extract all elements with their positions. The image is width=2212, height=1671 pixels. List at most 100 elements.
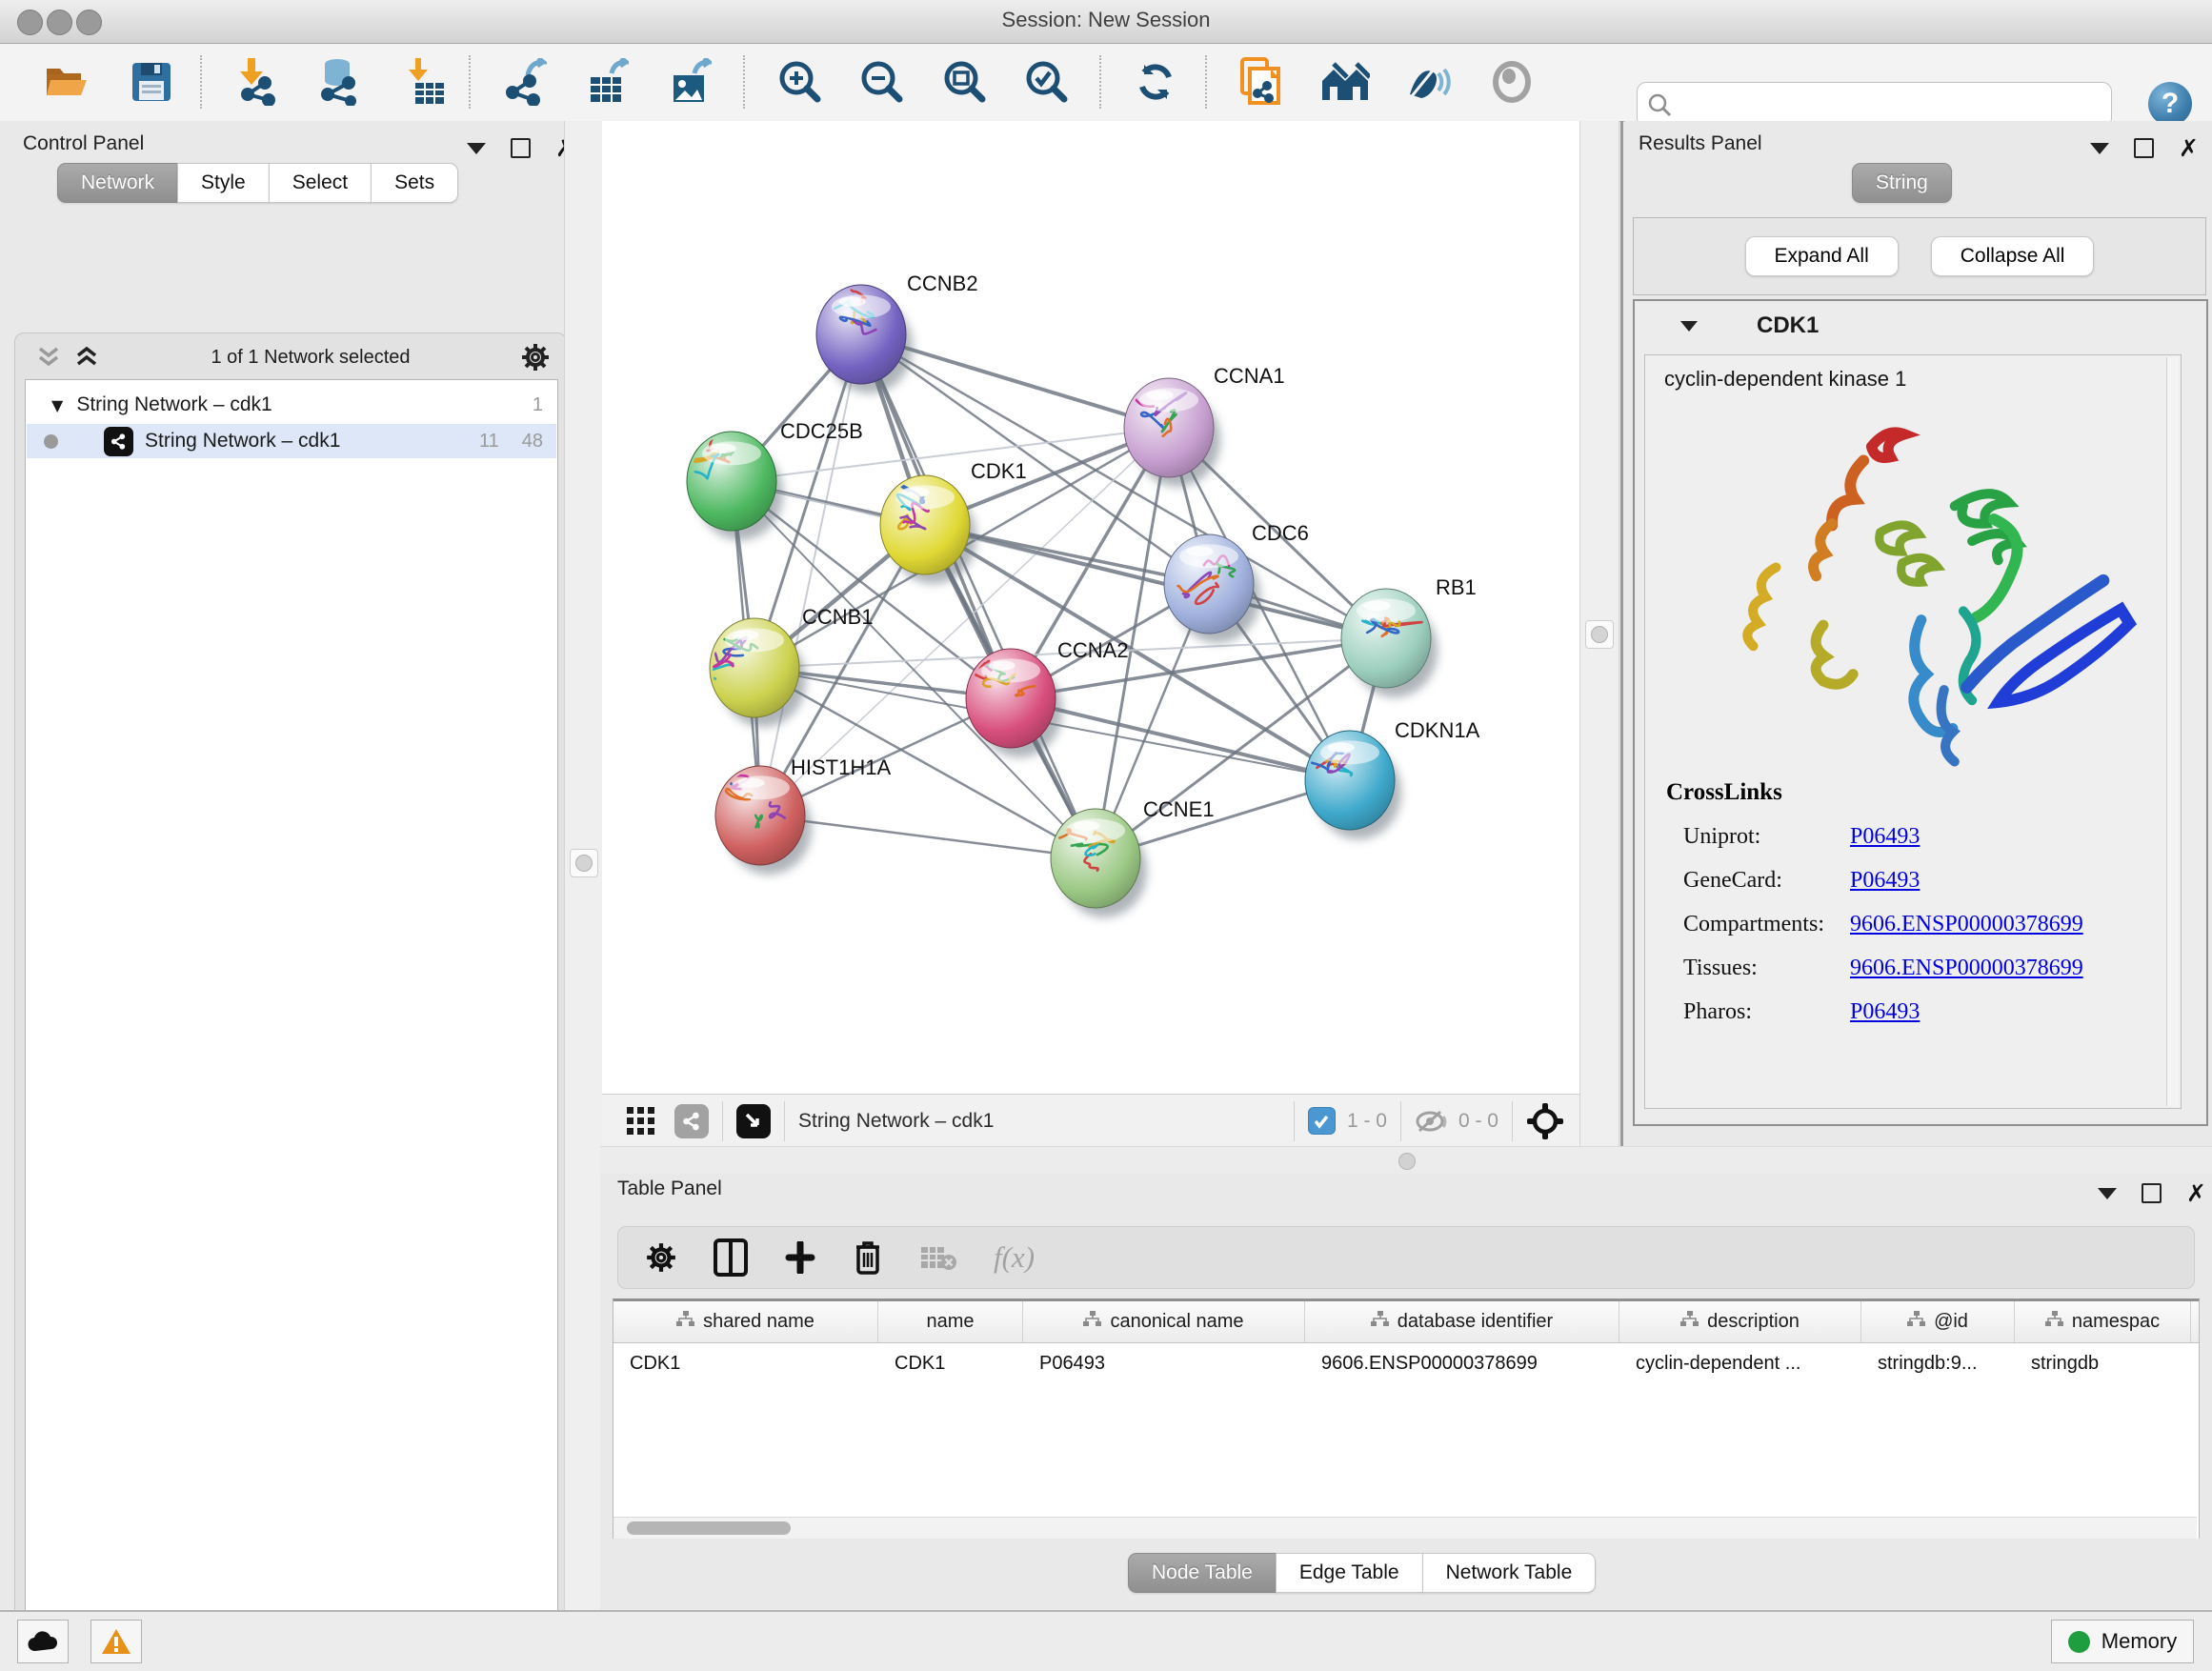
network-label: String Network – cdk1 xyxy=(145,430,340,453)
column-header-label: canonical name xyxy=(1110,1311,1243,1333)
show-columns-icon[interactable] xyxy=(714,1238,748,1277)
network-collection-row[interactable]: ▼ String Network – cdk1 1 xyxy=(27,388,556,422)
crosslink-value-link[interactable]: 9606.ENSP00000378699 xyxy=(1850,912,2083,936)
close-panel-icon[interactable]: ✗ xyxy=(2186,1181,2206,1205)
tab-network[interactable]: Network xyxy=(57,163,178,203)
collapse-panel-icon[interactable] xyxy=(467,143,486,154)
network-node-CCNB2[interactable] xyxy=(816,285,913,393)
tab-sets[interactable]: Sets xyxy=(371,163,458,203)
delete-column-icon[interactable] xyxy=(853,1239,883,1276)
network-node-CDK1[interactable] xyxy=(880,475,976,584)
column-header-canonical-name[interactable]: canonical name xyxy=(1023,1301,1305,1342)
collapse-all-button[interactable]: Collapse All xyxy=(1931,236,2095,276)
selected-nodes-checkbox[interactable] xyxy=(1308,1107,1336,1135)
table-row[interactable]: CDK1CDK1P064939606.ENSP00000378699cyclin… xyxy=(613,1343,2199,1384)
network-node-RB1[interactable] xyxy=(1341,589,1438,697)
save-session-icon[interactable] xyxy=(127,57,176,107)
collapse-panel-icon[interactable] xyxy=(2098,1188,2117,1199)
network-edge[interactable] xyxy=(760,334,861,815)
table-cell: cyclin-dependent ... xyxy=(1619,1343,1861,1384)
column-header-description[interactable]: description xyxy=(1619,1301,1861,1342)
show-panel-eye-icon[interactable] xyxy=(1487,57,1537,107)
column-header-database-identifier[interactable]: database identifier xyxy=(1305,1301,1619,1342)
string-home-icon[interactable] xyxy=(1320,57,1370,107)
gene-collapse-icon[interactable] xyxy=(1680,321,1698,332)
network-edge[interactable] xyxy=(861,334,1096,858)
birdseye-view-icon[interactable] xyxy=(736,1104,771,1138)
network-node-CCNA1[interactable] xyxy=(1118,378,1220,487)
tab-edge-table[interactable]: Edge Table xyxy=(1276,1553,1423,1593)
right-splitter-handle[interactable] xyxy=(1585,620,1614,649)
crosslink-value-link[interactable]: P06493 xyxy=(1850,999,1920,1024)
right-splitter[interactable] xyxy=(1579,121,1619,1146)
network-node-CDC25B[interactable] xyxy=(687,432,783,540)
left-splitter[interactable] xyxy=(564,121,604,1610)
import-network-file-icon[interactable] xyxy=(233,57,283,107)
zoom-out-icon[interactable] xyxy=(857,57,907,107)
zoom-selected-icon[interactable] xyxy=(1022,57,1072,107)
expand-all-button[interactable]: Expand All xyxy=(1745,236,1899,276)
tab-select[interactable]: Select xyxy=(269,163,372,203)
help-icon[interactable]: ? xyxy=(2148,82,2192,126)
export-network-icon[interactable] xyxy=(500,57,550,107)
column-header-namespac[interactable]: namespac xyxy=(2015,1301,2191,1342)
column-header-name[interactable]: name xyxy=(878,1301,1023,1342)
search-input[interactable] xyxy=(1681,93,2111,117)
close-panel-icon[interactable]: ✗ xyxy=(2179,136,2199,160)
network-node-CDKN1A[interactable] xyxy=(1305,731,1401,839)
network-canvas[interactable]: CCNB2CCNA1CDC25BCDK1CDC6RB1CCNB1CCNA2CDK… xyxy=(602,121,1579,1094)
crosslink-value-link[interactable]: P06493 xyxy=(1850,824,1920,849)
crosslink-value-link[interactable]: P06493 xyxy=(1850,868,1920,893)
network-edge[interactable] xyxy=(925,525,1386,638)
warning-status-button[interactable] xyxy=(90,1620,142,1663)
table-horizontal-scrollbar[interactable] xyxy=(613,1517,2197,1539)
collapse-all-icon[interactable] xyxy=(34,345,63,370)
table-options-gear-icon[interactable] xyxy=(645,1241,677,1274)
float-panel-icon[interactable] xyxy=(2142,1183,2162,1203)
options-gear-icon[interactable] xyxy=(520,342,551,372)
table-scrollbar-thumb[interactable] xyxy=(627,1521,791,1535)
cloud-status-button[interactable] xyxy=(17,1620,69,1663)
table-cell: P06493 xyxy=(1023,1343,1305,1384)
add-column-icon[interactable] xyxy=(784,1241,816,1274)
network-node-CDC6[interactable] xyxy=(1164,534,1260,643)
zoom-fit-icon[interactable] xyxy=(940,57,990,107)
tab-network-table[interactable]: Network Table xyxy=(1422,1553,1597,1593)
memory-button[interactable]: Memory xyxy=(2051,1620,2194,1663)
network-share-icon[interactable] xyxy=(674,1104,709,1138)
float-panel-icon[interactable] xyxy=(511,138,531,158)
tab-node-table[interactable]: Node Table xyxy=(1128,1553,1277,1593)
refresh-icon[interactable] xyxy=(1131,57,1180,107)
open-session-icon[interactable] xyxy=(42,57,91,107)
network-row-selected[interactable]: String Network – cdk1 11 48 xyxy=(27,424,556,458)
network-node-CCNB1[interactable] xyxy=(702,618,806,727)
float-panel-icon[interactable] xyxy=(2134,138,2154,158)
column-header-@id[interactable]: @id xyxy=(1861,1301,2015,1342)
import-table-file-icon[interactable] xyxy=(400,57,450,107)
grid-view-icon[interactable] xyxy=(627,1107,655,1136)
export-image-icon[interactable] xyxy=(665,57,714,107)
horizontal-splitter[interactable] xyxy=(600,1146,2212,1176)
network-node-CCNA2[interactable] xyxy=(966,649,1062,757)
column-header-shared-name[interactable]: shared name xyxy=(613,1301,878,1342)
export-table-icon[interactable] xyxy=(582,57,632,107)
tree-expand-icon[interactable]: ▼ xyxy=(51,396,63,414)
tab-string[interactable]: String xyxy=(1852,163,1952,203)
center-view-crosshair-icon[interactable] xyxy=(1526,1102,1564,1140)
tab-style[interactable]: Style xyxy=(177,163,270,203)
results-scrollbar[interactable] xyxy=(2166,357,2179,1106)
zoom-in-icon[interactable] xyxy=(775,57,825,107)
expand-all-icon[interactable] xyxy=(72,345,101,370)
column-type-icon xyxy=(1680,1311,1699,1333)
table-tabs: Node TableEdge TableNetwork Table xyxy=(1128,1553,1596,1593)
node-label-CDK1: CDK1 xyxy=(971,459,1027,483)
left-splitter-handle[interactable] xyxy=(570,849,598,877)
collapse-panel-icon[interactable] xyxy=(2090,143,2109,154)
clone-network-icon[interactable] xyxy=(1236,57,1285,107)
hide-panel-eye-icon[interactable] xyxy=(1403,57,1453,107)
crosslink-value-link[interactable]: 9606.ENSP00000378699 xyxy=(1850,956,2083,980)
import-network-database-icon[interactable] xyxy=(314,57,364,107)
horizontal-splitter-handle[interactable] xyxy=(1398,1153,1416,1170)
control-panel-title: Control Panel xyxy=(23,132,144,155)
network-node-CCNE1[interactable] xyxy=(1051,809,1147,917)
